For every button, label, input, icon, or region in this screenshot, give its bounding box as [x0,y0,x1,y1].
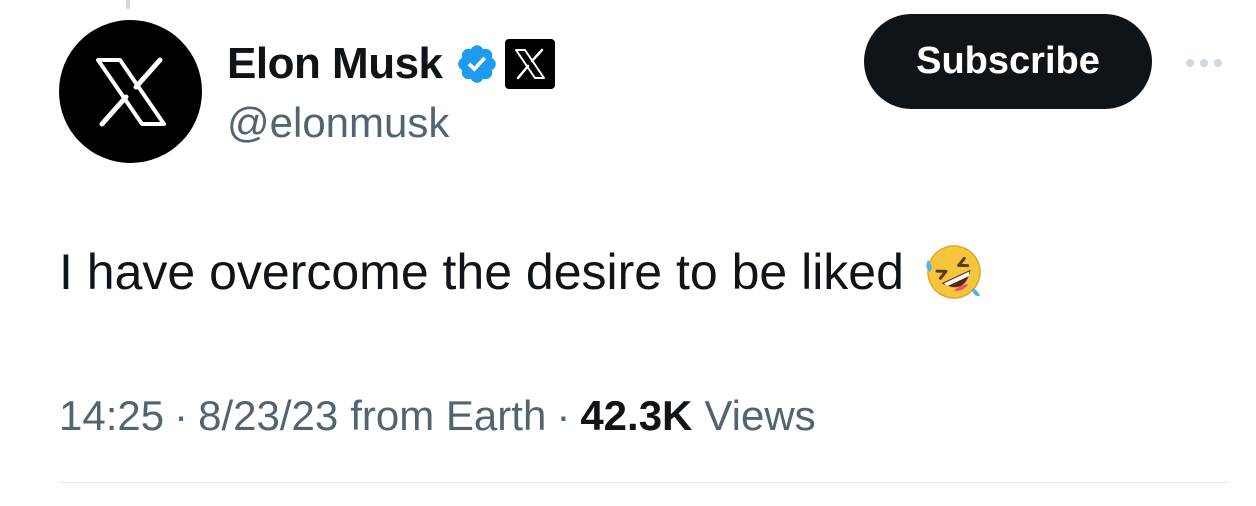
divider [59,482,1229,483]
author-name-row: Elon Musk [227,36,555,92]
tweet-time[interactable]: 14:25 [59,392,164,440]
avatar[interactable] [59,20,202,163]
tweet-text-content: I have overcome the desire to be liked [59,244,904,300]
thread-line [126,0,130,9]
more-options-icon[interactable] [1178,48,1230,78]
more-dot [1186,59,1194,67]
tweet-source: from Earth [350,392,547,439]
author-display-name[interactable]: Elon Musk [227,39,443,89]
more-dot [1214,59,1222,67]
views-label[interactable]: Views [704,392,815,440]
views-count[interactable]: 42.3K [580,392,692,440]
x-affiliate-badge-icon[interactable] [504,39,555,89]
author-handle[interactable]: @elonmusk [227,99,449,147]
meta-separator: · [174,392,189,439]
meta-separator: · [556,392,571,439]
subscribe-button[interactable]: Subscribe [864,14,1152,109]
rolling-on-floor-laughing-emoji [926,245,981,299]
tweet-text: I have overcome the desire to be liked [59,242,984,302]
tweet-meta: 14:25 · 8/23/23 from Earth · 42.3K Views [59,392,816,440]
more-dot [1200,59,1208,67]
verified-badge-icon[interactable] [455,42,499,86]
tweet-date[interactable]: 8/23/23 [198,392,338,440]
x-logo-icon [95,57,166,126]
